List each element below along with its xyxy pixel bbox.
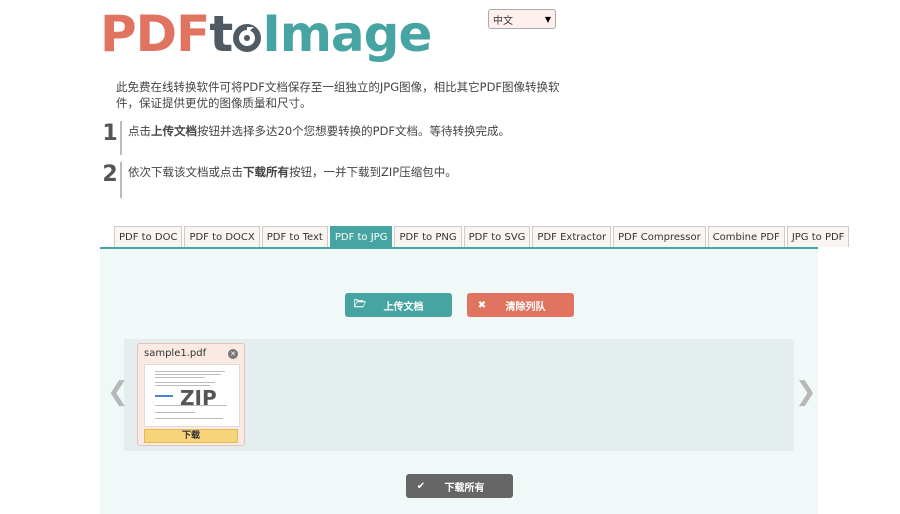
tab-pdf-to-doc[interactable]: PDF to DOC: [114, 226, 183, 247]
step-text: 依次下载该文档或点击下载所有按钮，一并下载到ZIP压缩包中。: [128, 165, 457, 179]
language-select[interactable]: 中文 ▼: [488, 9, 556, 29]
step-text: 点击上传文档按钮并选择多达20个您想要转换的PDF文档。等待转换完成。: [128, 124, 511, 138]
converter-panel: 🗁 上传文档 ✖ 清除列队 ❮ ❯ sample1.pdf ✕ ZIP 下载 ✔…: [100, 249, 818, 514]
step-divider: [120, 162, 122, 198]
checkmark-icon: ✔: [416, 480, 426, 492]
tab-pdf-compressor[interactable]: PDF Compressor: [613, 226, 706, 247]
step-number: 1: [102, 121, 118, 146]
tab-pdf-to-docx[interactable]: PDF to DOCX: [184, 226, 260, 247]
intro-text: 此免费在线转换软件可将PDF文档保存至一组独立的JPG图像，相比其它PDF图像转…: [116, 80, 560, 110]
folder-open-icon: 🗁: [353, 298, 367, 310]
step-2: 2 依次下载该文档或点击下载所有按钮，一并下载到ZIP压缩包中。: [100, 162, 457, 198]
tab-jpg-to-pdf[interactable]: JPG to PDF: [786, 226, 850, 247]
file-thumbnail: ZIP: [144, 364, 240, 427]
tab-pdf-extractor[interactable]: PDF Extractor: [532, 226, 612, 247]
logo-convert-icon: [233, 24, 262, 52]
site-logo[interactable]: PDFt Image: [100, 4, 432, 64]
file-card: sample1.pdf ✕ ZIP 下载: [137, 343, 245, 446]
remove-file-icon[interactable]: ✕: [228, 349, 238, 359]
thumbnail-zip-text: ZIP: [180, 386, 217, 410]
tab-combine-pdf[interactable]: Combine PDF: [707, 226, 785, 247]
language-selected: 中文: [493, 15, 513, 27]
close-icon: ✖: [477, 299, 487, 311]
tab-pdf-to-svg[interactable]: PDF to SVG: [463, 226, 531, 247]
step-divider: [120, 121, 122, 155]
tab-pdf-to-png[interactable]: PDF to PNG: [394, 226, 462, 247]
logo-image: Image: [262, 5, 432, 63]
download-all-button[interactable]: ✔ 下载所有: [406, 474, 513, 498]
chevron-right-icon[interactable]: ❯: [795, 377, 817, 407]
converter-tabs: PDF to DOC PDF to DOCX PDF to Text PDF t…: [100, 226, 850, 249]
step-1: 1 点击上传文档按钮并选择多达20个您想要转换的PDF文档。等待转换完成。: [100, 121, 510, 155]
logo-pdf: PDF: [100, 5, 210, 63]
chevron-left-icon[interactable]: ❮: [107, 377, 129, 407]
tab-pdf-to-text[interactable]: PDF to Text: [261, 226, 328, 247]
download-all-label: 下载所有: [444, 482, 485, 494]
chevron-down-icon: ▼: [544, 14, 551, 24]
file-download-button[interactable]: 下载: [144, 429, 238, 443]
tab-pdf-to-jpg[interactable]: PDF to JPG: [329, 226, 393, 247]
file-name: sample1.pdf: [144, 348, 207, 359]
upload-button[interactable]: 🗁 上传文档: [345, 293, 452, 317]
clear-queue-button[interactable]: ✖ 清除列队: [467, 293, 574, 317]
step-number: 2: [102, 162, 118, 187]
logo-to: t: [209, 5, 233, 63]
upload-label: 上传文档: [383, 301, 424, 313]
clear-label: 清除列队: [505, 301, 546, 313]
